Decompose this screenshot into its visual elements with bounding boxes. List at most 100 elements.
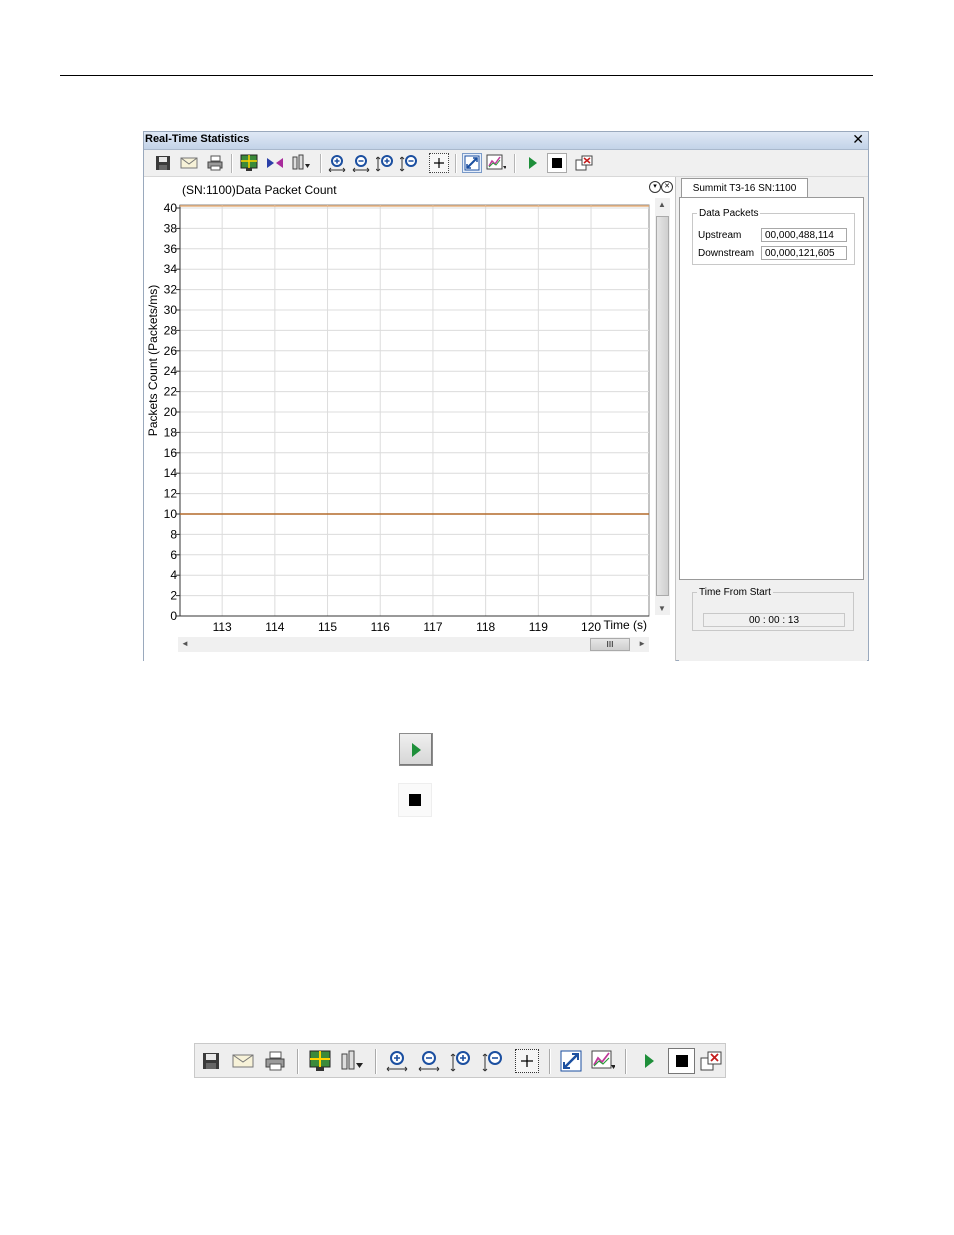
toolbar [144, 150, 868, 177]
play-icon [529, 157, 537, 169]
chart-grid-icon [240, 154, 258, 171]
x-tick-label: 120 [581, 620, 601, 634]
properties-button[interactable] [291, 153, 311, 173]
stop-button[interactable] [668, 1048, 695, 1074]
y-tick-label: 30 [164, 303, 178, 317]
detach-button[interactable] [574, 153, 594, 173]
play-button[interactable] [637, 1049, 661, 1073]
zoom-out-horizontal-button[interactable] [417, 1049, 441, 1073]
chart-plot: 0246810121416182022242628303234363840113… [146, 201, 650, 634]
save-button[interactable] [153, 153, 173, 173]
chart-grid-icon [309, 1050, 331, 1071]
chart-grid-button[interactable] [239, 153, 259, 173]
compare-icon [267, 158, 283, 168]
stop-icon [409, 794, 421, 806]
detach-icon [700, 1051, 722, 1071]
y-tick-label: 28 [164, 323, 178, 337]
play-icon [412, 742, 421, 757]
autoscale-icon [560, 1050, 582, 1072]
tab-device[interactable]: Summit T3-16 SN:1100 [681, 178, 808, 198]
y-tick-label: 16 [164, 446, 178, 460]
horizontal-scroll-thumb[interactable]: III [590, 638, 630, 651]
print-button[interactable] [263, 1049, 287, 1073]
y-tick-label: 24 [164, 364, 178, 378]
y-tick-label: 22 [164, 385, 178, 399]
vertical-scroll-thumb[interactable] [656, 216, 669, 596]
upstream-value: 00,000,488,114 [761, 228, 847, 242]
zoom-in-horizontal-button[interactable] [385, 1049, 409, 1073]
zoom-out-horizontal-icon [418, 1051, 440, 1072]
upstream-label: Upstream [698, 230, 742, 241]
zoom-in-horizontal-icon [386, 1051, 408, 1072]
y-tick-label: 32 [164, 283, 178, 297]
zoom-box-icon [521, 1055, 533, 1067]
chart-vertical-scrollbar[interactable]: ▲ ▼ [655, 198, 670, 615]
stop-icon [675, 1055, 688, 1067]
play-icon [645, 1054, 654, 1068]
x-tick-label: 113 [213, 620, 232, 634]
zoom-out-horizontal-icon [352, 155, 370, 172]
zoom-box-button[interactable] [429, 153, 449, 173]
email-icon [180, 157, 198, 169]
zoom-box-icon [434, 158, 444, 168]
email-button[interactable] [231, 1049, 255, 1073]
toolbar-reference [194, 1043, 726, 1078]
chart-options-button[interactable] [591, 1049, 615, 1073]
scroll-down-icon[interactable]: ▼ [658, 604, 666, 613]
zoom-out-vertical-icon [400, 155, 417, 172]
autoscale-button[interactable] [559, 1049, 583, 1073]
print-button[interactable] [205, 153, 225, 173]
y-tick-label: 8 [170, 527, 177, 541]
zoom-in-vertical-icon [376, 155, 393, 172]
zoom-in-vertical-button[interactable] [375, 153, 395, 173]
y-tick-label: 36 [164, 242, 178, 256]
scroll-right-icon[interactable]: ► [638, 639, 646, 648]
y-tick-label: 14 [164, 466, 178, 480]
detach-icon [575, 155, 593, 171]
statistics-side-panel: Summit T3-16 SN:1100 Data Packets Upstre… [679, 177, 867, 661]
chart-options-icon [486, 154, 506, 170]
x-tick-label: 114 [265, 620, 284, 634]
scroll-up-icon[interactable]: ▲ [658, 200, 666, 209]
x-axis-label: Time (s) [603, 618, 647, 632]
zoom-in-vertical-icon [450, 1051, 470, 1072]
email-button[interactable] [179, 153, 199, 173]
stop-button[interactable] [547, 153, 567, 173]
stop-button-large[interactable] [398, 783, 432, 817]
time-from-start-value: 00 : 00 : 13 [703, 613, 845, 627]
zoom-in-horizontal-button[interactable] [327, 153, 347, 173]
chart-grid-button[interactable] [308, 1049, 332, 1073]
zoom-in-vertical-button[interactable] [449, 1049, 473, 1073]
y-tick-label: 2 [170, 589, 177, 603]
stop-icon [552, 158, 562, 168]
play-button[interactable] [522, 153, 542, 173]
page-header-rule [60, 75, 873, 76]
autoscale-button[interactable] [462, 153, 482, 173]
save-icon [203, 1053, 219, 1069]
scroll-left-icon[interactable]: ◄ [181, 639, 189, 648]
properties-icon [341, 1050, 363, 1070]
detach-button[interactable] [699, 1049, 723, 1073]
window-title: Real-Time Statistics [145, 133, 250, 145]
zoom-out-vertical-button[interactable] [399, 153, 419, 173]
y-tick-label: 26 [164, 344, 178, 358]
properties-icon [292, 154, 310, 170]
zoom-out-vertical-button[interactable] [481, 1049, 505, 1073]
save-button[interactable] [199, 1049, 223, 1073]
compare-button[interactable] [265, 153, 285, 173]
zoom-box-button[interactable] [515, 1049, 539, 1073]
chart-close-icon[interactable]: ✕ [661, 181, 673, 193]
y-tick-label: 18 [164, 425, 178, 439]
close-icon[interactable]: ✕ [852, 131, 864, 148]
email-icon [232, 1054, 254, 1068]
zoom-out-horizontal-button[interactable] [351, 153, 371, 173]
chart-horizontal-scrollbar[interactable]: ◄ III ► [178, 637, 649, 652]
chart-options-icon [591, 1050, 615, 1069]
y-tick-label: 10 [164, 507, 178, 521]
chart-options-button[interactable] [486, 153, 506, 173]
zoom-in-horizontal-icon [328, 155, 346, 172]
play-button-large[interactable] [399, 733, 433, 766]
properties-button[interactable] [340, 1049, 364, 1073]
y-tick-label: 38 [164, 221, 178, 235]
y-tick-label: 12 [164, 487, 178, 501]
